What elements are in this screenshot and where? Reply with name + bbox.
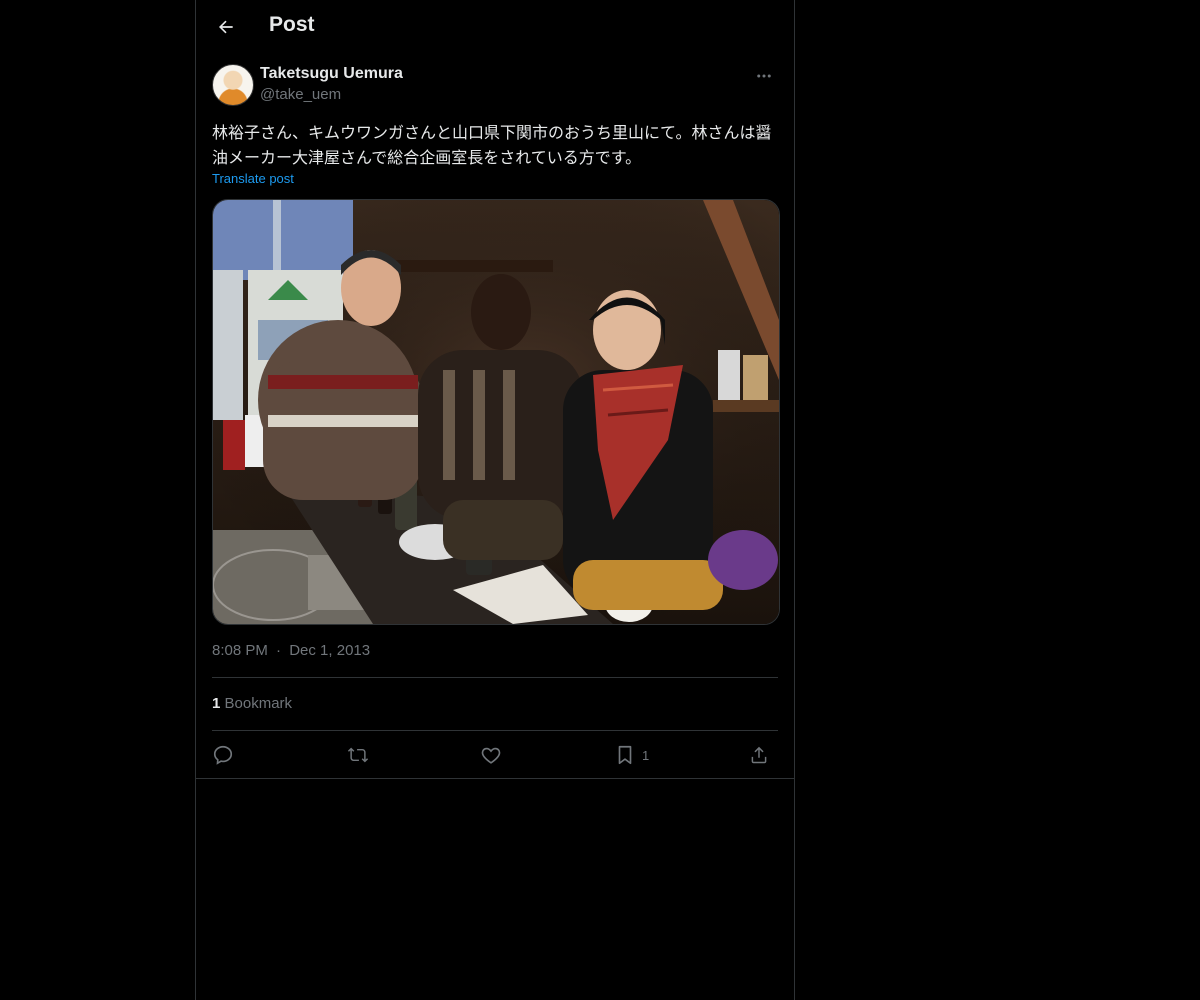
more-horizontal-icon — [757, 74, 771, 78]
post-time: 8:08 PM — [212, 642, 268, 659]
bookmark-button[interactable]: 1 — [614, 738, 649, 772]
photo-image — [213, 200, 779, 624]
action-bar: 1 — [212, 738, 778, 772]
more-options-button[interactable] — [750, 64, 778, 88]
bookmark-icon — [618, 745, 632, 765]
divider — [212, 730, 778, 731]
author-name[interactable]: Taketsugu Uemura — [260, 65, 403, 83]
page-header: Post — [196, 0, 794, 54]
reply-icon — [213, 745, 233, 765]
repost-button[interactable] — [346, 738, 370, 772]
post-text: 林裕子さん、キムウワンガさんと山口県下関市のおうち里山にて。林さんは醤油メーカー… — [212, 123, 772, 167]
repost-icon — [347, 747, 369, 763]
bookmark-stat[interactable]: 1 Bookmark — [212, 695, 292, 712]
bookmark-label: Bookmark — [224, 695, 293, 712]
post-photo[interactable] — [212, 199, 780, 625]
avatar[interactable] — [212, 64, 254, 106]
meta-separator: · — [276, 642, 282, 659]
translate-post-link[interactable]: Translate post — [212, 171, 294, 186]
bookmark-action-count: 1 — [642, 747, 650, 763]
divider — [212, 677, 778, 678]
author-row: Taketsugu Uemura @take_uem — [212, 64, 778, 108]
page-title: Post — [269, 13, 315, 36]
reply-button[interactable] — [212, 738, 234, 772]
share-button[interactable] — [748, 738, 770, 772]
post-timestamp[interactable]: 8:08 PM · Dec 1, 2013 — [212, 642, 370, 659]
post-column: Post Taketsugu Uemura @take_uem 林裕子さん、キム… — [195, 0, 795, 1000]
post-bottom-border — [196, 778, 794, 779]
share-icon — [751, 746, 767, 764]
arrow-left-icon — [219, 20, 233, 34]
back-button[interactable] — [208, 9, 244, 45]
author-handle[interactable]: @take_uem — [260, 86, 341, 103]
bookmark-count: 1 — [212, 695, 221, 712]
heart-icon — [481, 747, 501, 764]
like-button[interactable] — [480, 738, 502, 772]
post-date: Dec 1, 2013 — [289, 642, 371, 659]
